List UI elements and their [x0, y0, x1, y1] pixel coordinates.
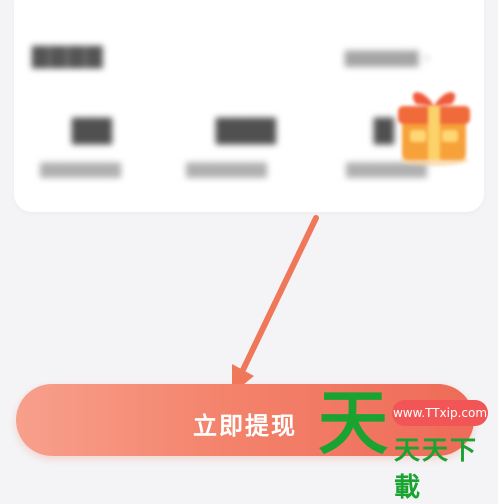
- stat-2-label-blurred: ▇▇▇▇▇▇▇: [186, 160, 267, 178]
- gift-box-icon[interactable]: [392, 76, 476, 168]
- card-title-blurred: ▇▇▇▇: [32, 44, 104, 69]
- stat-1-label-blurred: ▇▇▇▇▇▇▇: [40, 160, 121, 178]
- withdraw-now-button[interactable]: 立即提现: [16, 384, 474, 456]
- card-link-blurred[interactable]: ▇▇▇▇▇▇ ›: [345, 48, 430, 67]
- stat-1-value-blurred: ▇▇: [72, 115, 112, 145]
- withdraw-now-label: 立即提现: [193, 412, 297, 440]
- stat-3-value-blurred: ▇: [374, 115, 394, 145]
- stat-2-value-blurred: ▇▇▇: [216, 115, 276, 145]
